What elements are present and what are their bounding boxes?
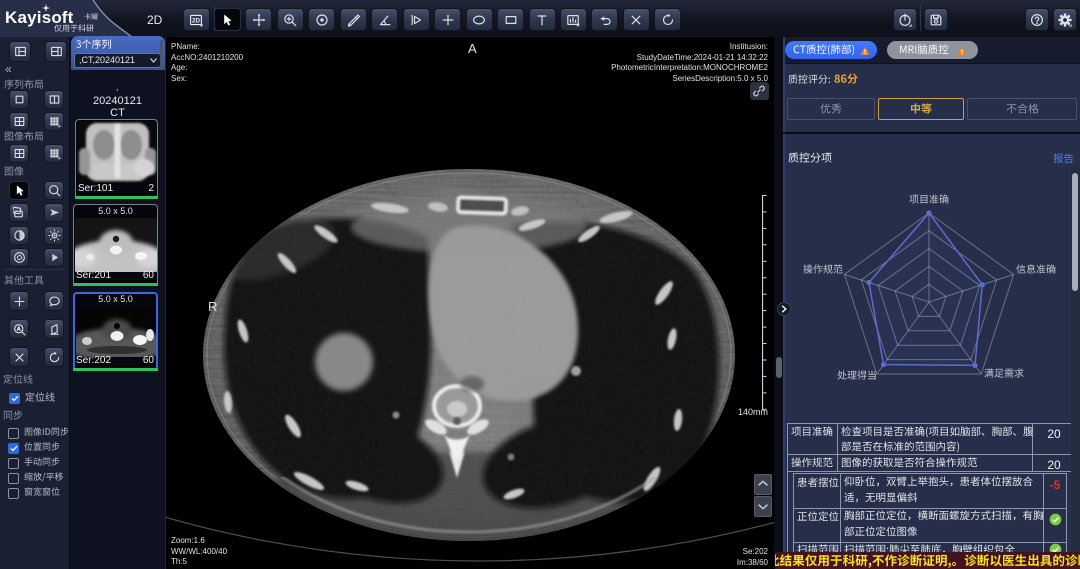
svg-text:2D: 2D bbox=[192, 17, 200, 24]
